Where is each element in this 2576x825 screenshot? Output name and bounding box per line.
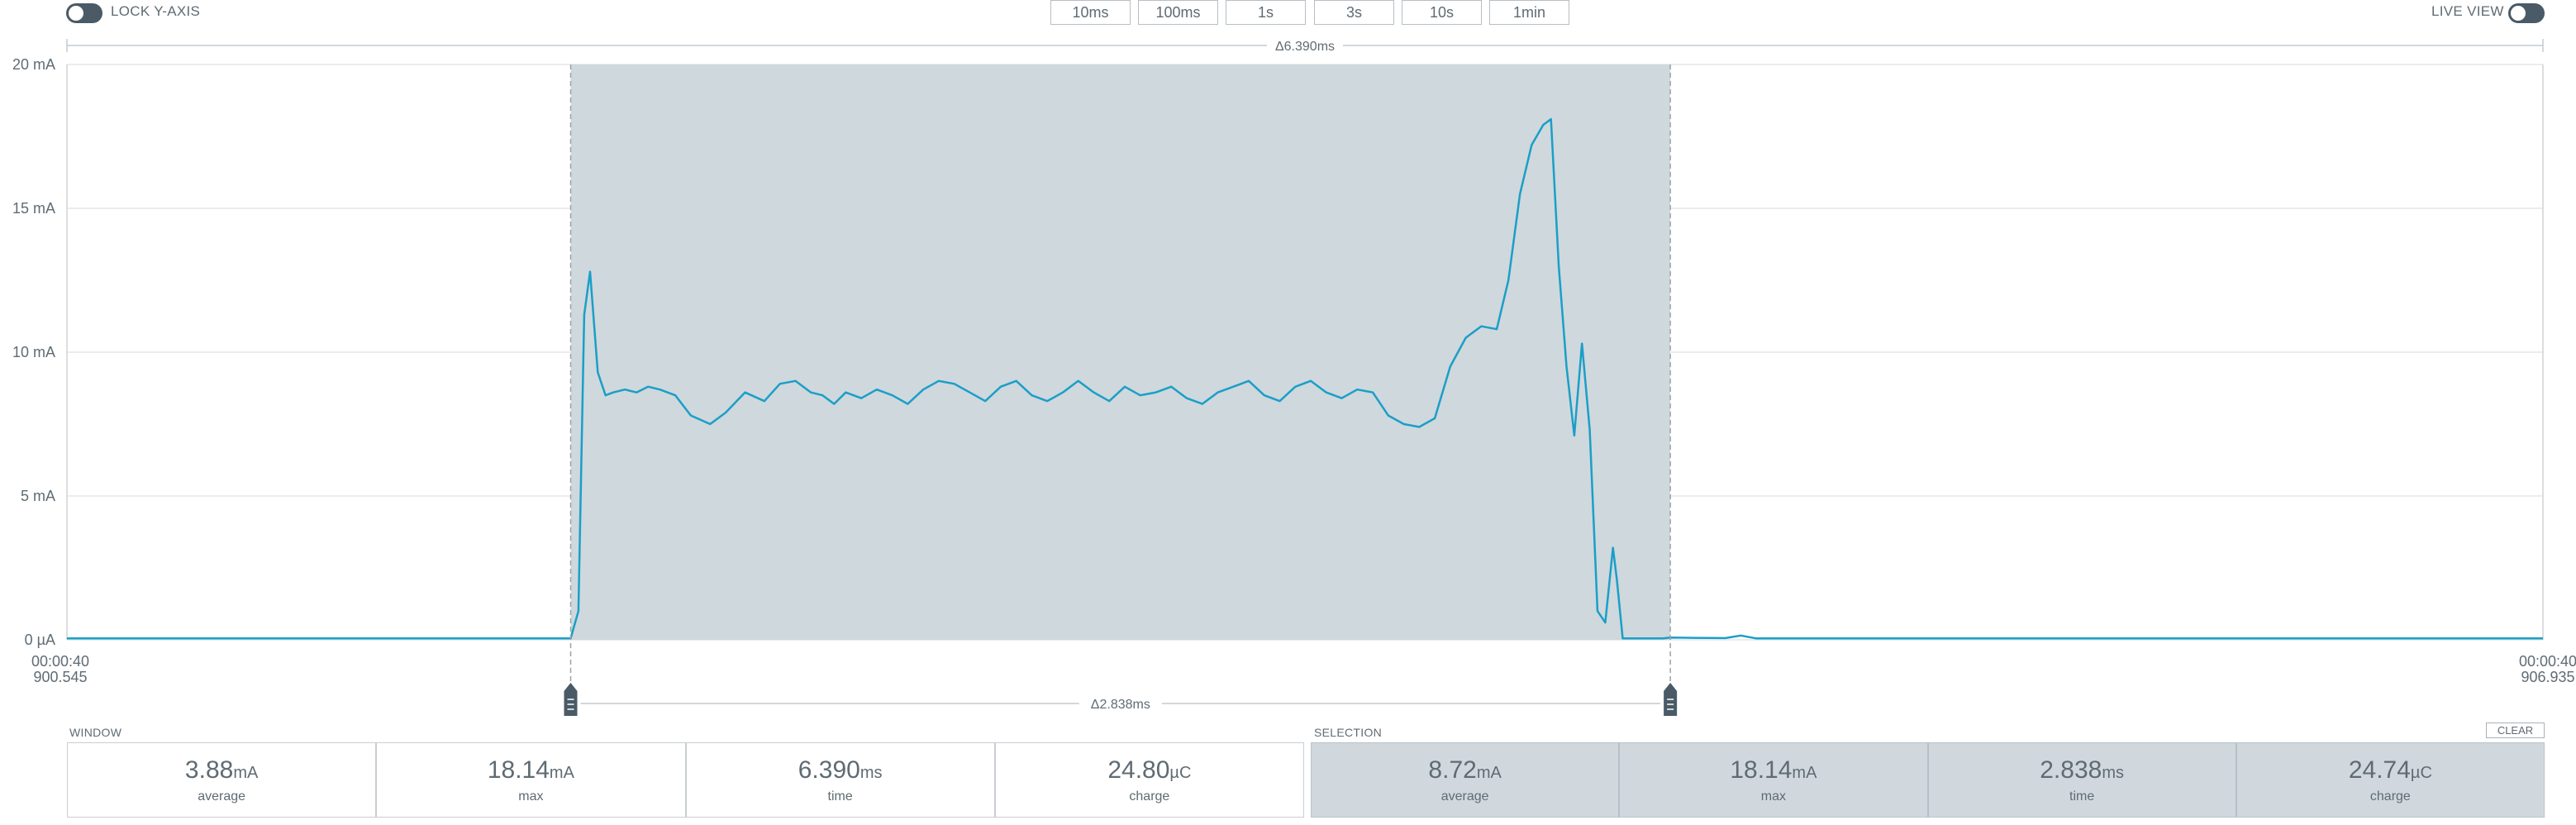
x-end-time: 00:00:40: [2519, 653, 2576, 670]
selection-charge-stat: 24.74µC charge: [2237, 743, 2544, 817]
stat-label: charge: [1129, 789, 1170, 804]
x-end-subsecond: 906.935: [2521, 669, 2574, 685]
window-charge-stat: 24.80µC charge: [996, 743, 1303, 817]
stat-label: average: [198, 789, 246, 804]
window-time-stat: 6.390ms time: [687, 743, 996, 817]
stat-unit: mA: [233, 764, 259, 782]
x-start-subsecond: 900.545: [33, 669, 87, 685]
stat-value: 24.74: [2348, 756, 2411, 784]
selection-max-stat: 18.14mA max: [1620, 743, 1929, 817]
window-stats-panel: 3.88mA average 18.14mA max 6.390ms time …: [67, 742, 1304, 818]
selection-region[interactable]: [570, 64, 1671, 640]
stat-value: 8.72: [1428, 756, 1477, 784]
y-tick-label: 0 µA: [25, 632, 55, 648]
stat-label: average: [1440, 789, 1489, 804]
stat-unit: mA: [1792, 764, 1817, 782]
stat-value: 2.838: [2040, 756, 2102, 784]
y-tick-label: 20 mA: [12, 56, 55, 73]
window-delta-label: Δ6.390ms: [1275, 40, 1335, 54]
window-panel-title: WINDOW: [69, 726, 122, 739]
cursor-handle-right-icon[interactable]: [1664, 683, 1678, 716]
window-span-indicator: Δ6.390ms: [66, 36, 2544, 55]
selection-average-stat: 8.72mA average: [1312, 743, 1621, 817]
current-chart[interactable]: Δ6.390ms 0 µA 5 mA 10 mA 15 mA 20 mA Δ2.838m…: [0, 0, 2576, 719]
stat-unit: mA: [549, 764, 574, 782]
stat-label: max: [1760, 789, 1786, 804]
selection-panel-title: SELECTION: [1314, 726, 1383, 739]
stat-unit: mA: [1476, 764, 1502, 782]
stat-label: time: [827, 789, 853, 804]
stat-value: 6.390: [798, 756, 860, 784]
stat-label: max: [518, 789, 544, 804]
selection-time-stat: 2.838ms time: [1929, 743, 2237, 817]
x-start-time: 00:00:40: [31, 653, 89, 670]
cursor-handle-left-icon[interactable]: [564, 683, 578, 716]
clear-selection-button[interactable]: CLEAR: [2486, 722, 2545, 738]
window-average-stat: 3.88mA average: [68, 743, 378, 817]
stat-unit: µC: [2410, 764, 2432, 782]
y-tick-label: 10 mA: [12, 344, 55, 360]
y-tick-label: 5 mA: [21, 488, 55, 504]
stat-value: 24.80: [1107, 756, 1170, 784]
y-tick-label: 15 mA: [12, 200, 55, 217]
stat-unit: ms: [859, 764, 883, 782]
stat-unit: ms: [2102, 764, 2124, 782]
stat-value: 18.14: [1730, 756, 1793, 784]
stat-value: 18.14: [487, 756, 550, 784]
stat-value: 3.88: [184, 756, 234, 784]
selection-stats-panel: 8.72mA average 18.14mA max 2.838ms time …: [1311, 742, 2545, 818]
y-axis-ticks: 0 µA 5 mA 10 mA 15 mA 20 mA: [12, 56, 55, 648]
stat-label: time: [2069, 789, 2095, 804]
selection-delta-label: Δ2.838ms: [1091, 698, 1150, 712]
stat-label: charge: [2369, 789, 2411, 804]
stat-unit: µC: [1169, 764, 1192, 782]
window-max-stat: 18.14mA max: [377, 743, 687, 817]
